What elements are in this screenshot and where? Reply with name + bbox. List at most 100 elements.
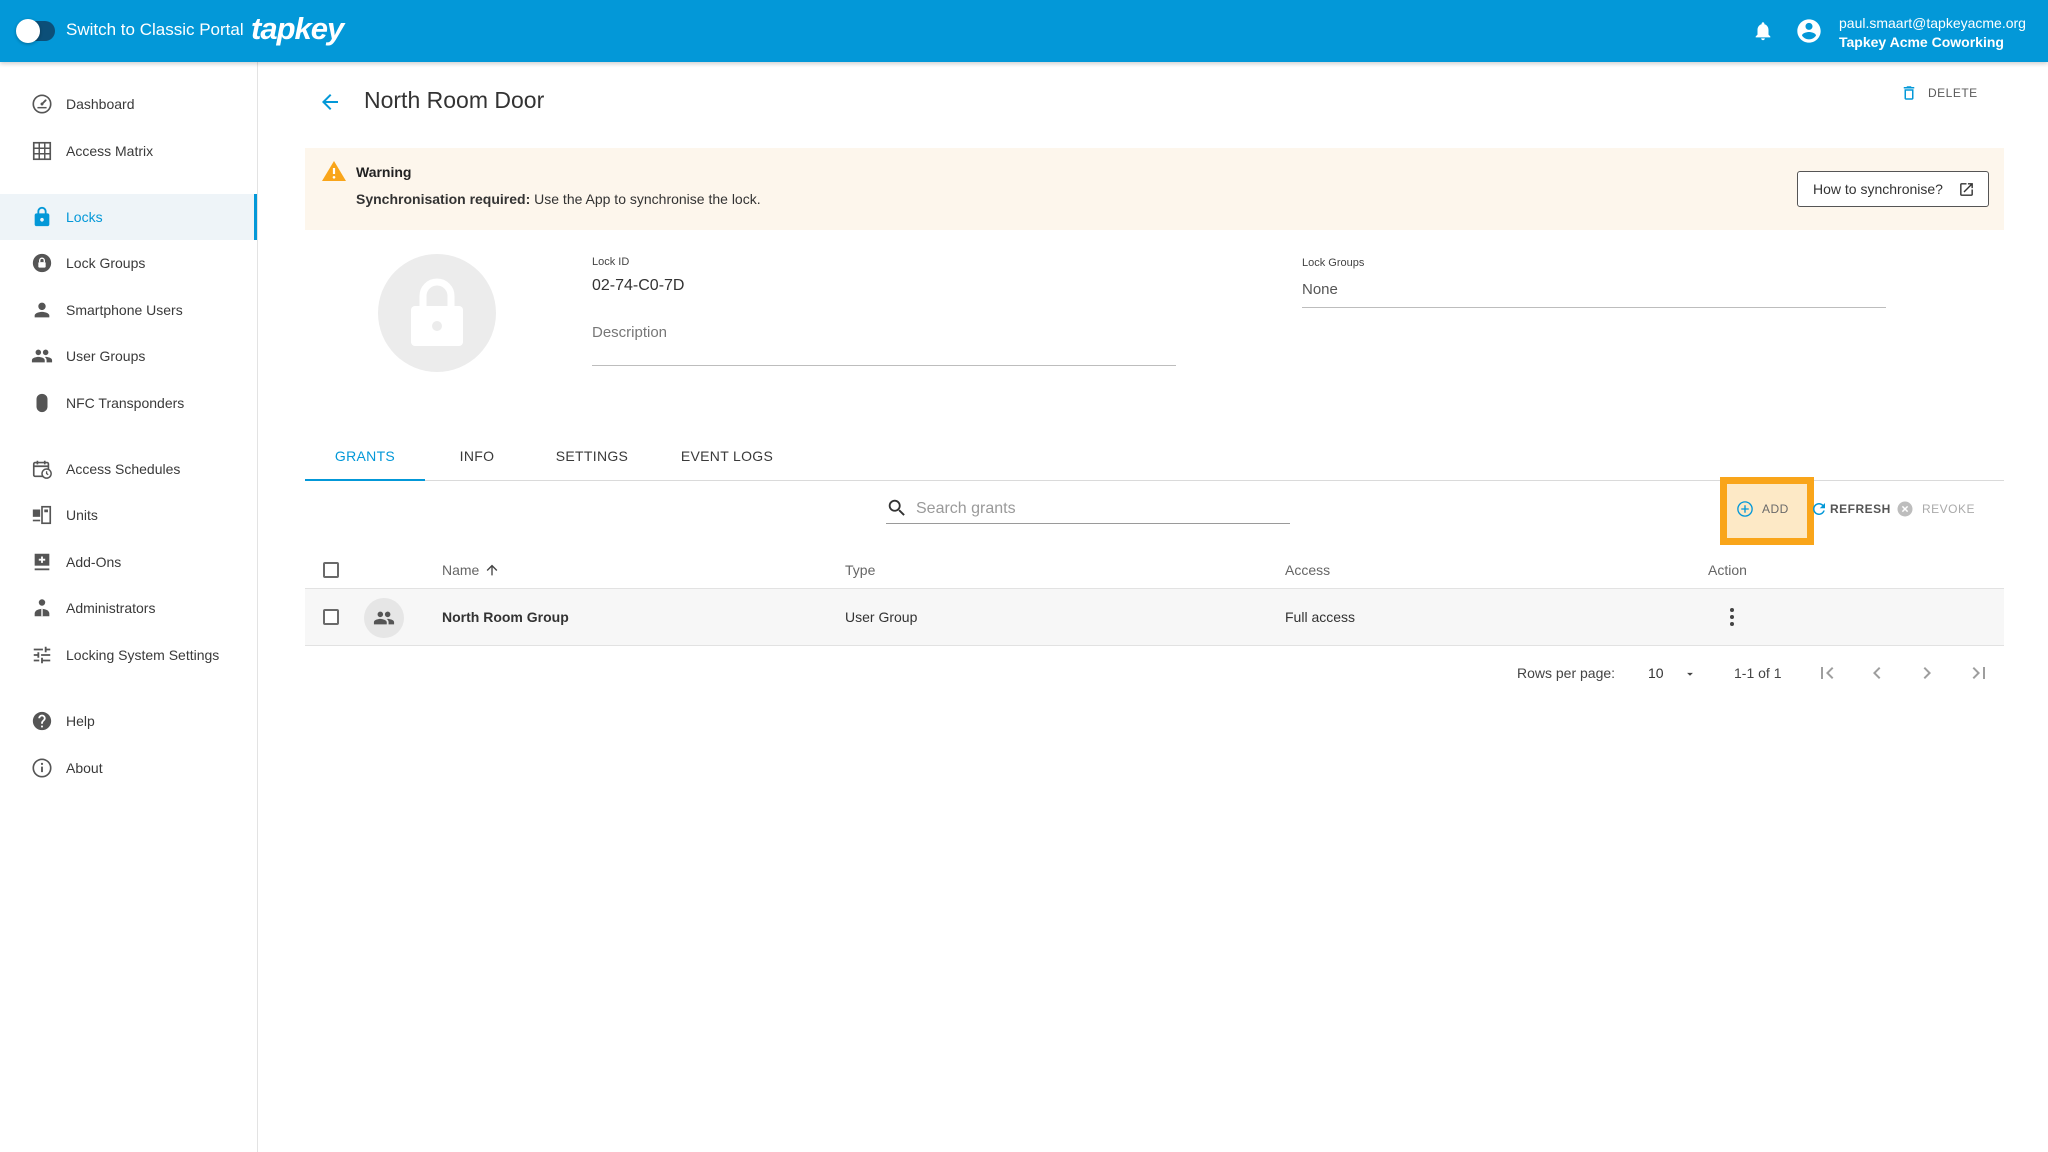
lock-placeholder-icon [411,278,463,346]
tab-settings[interactable]: SETTINGS [529,436,655,481]
grant-type: User Group [845,609,918,625]
sidebar-item-label: Help [66,713,95,729]
toggle-knob [16,19,40,43]
cancel-circle-icon [1896,500,1914,518]
schedule-icon [31,458,53,480]
pagination-range: 1-1 of 1 [1734,665,1782,681]
sidebar-item-lock-groups[interactable]: Lock Groups [0,240,257,286]
warning-message: Synchronisation required: Use the App to… [356,191,761,207]
refresh-button-label: REFRESH [1830,502,1891,516]
sidebar-item-nfc-transponders[interactable]: NFC Transponders [0,380,257,426]
select-all-checkbox[interactable] [323,562,339,578]
next-page-icon[interactable] [1915,661,1939,685]
people-icon [373,611,395,625]
add-circle-icon [1736,500,1754,518]
sidebar-item-user-groups[interactable]: User Groups [0,333,257,379]
addon-icon [31,551,53,573]
column-header-access: Access [1285,562,1331,578]
back-arrow-icon[interactable] [318,90,342,114]
lock-icon [31,206,53,228]
lock-groups-label: Lock Groups [1302,257,1365,269]
lock-group-icon [31,252,53,274]
admin-icon [31,597,53,619]
description-field[interactable]: Description [592,324,667,341]
last-page-icon[interactable] [1967,661,1991,685]
sidebar-item-smartphone-users[interactable]: Smartphone Users [0,287,257,333]
sidebar-item-label: User Groups [66,348,146,364]
sidebar-item-about[interactable]: About [0,745,257,791]
refresh-button[interactable]: REFRESH [1810,498,1905,522]
search-icon [886,497,908,519]
first-page-icon[interactable] [1815,661,1839,685]
people-icon [31,345,53,367]
sidebar-item-dashboard[interactable]: Dashboard [0,81,257,127]
grant-name[interactable]: North Room Group [442,609,569,625]
sidebar-item-access-schedules[interactable]: Access Schedules [0,446,257,492]
revoke-button-label: REVOKE [1922,502,1976,516]
sidebar: Dashboard Access Matrix Locks Lock Group… [0,62,258,1152]
column-header-name[interactable]: Name [442,562,479,578]
revoke-button[interactable]: REVOKE [1896,498,1981,522]
search-grants-input[interactable] [916,497,1288,521]
row-actions-menu-icon[interactable] [1722,606,1742,628]
grant-access: Full access [1285,609,1356,625]
tab-event-logs[interactable]: EVENT LOGS [655,436,799,481]
sidebar-item-label: Access Schedules [66,461,181,477]
detail-tabs: GRANTS INFO SETTINGS EVENT LOGS [305,436,2004,481]
person-icon [31,299,53,321]
lock-image [378,254,496,372]
dropdown-caret-icon[interactable] [1683,667,1697,681]
tab-grants[interactable]: GRANTS [305,436,425,481]
how-to-synchronise-label: How to synchronise? [1813,181,1943,197]
sidebar-item-label: Units [66,507,98,523]
sidebar-item-label: Administrators [66,600,156,616]
add-button-label: ADD [1762,502,1789,516]
sidebar-item-label: Locking System Settings [66,647,220,663]
sidebar-item-add-ons[interactable]: Add-Ons [0,539,257,585]
lock-groups-field[interactable]: None [1302,281,1338,298]
top-bar: Switch to Classic Portal tapkey paul.sma… [0,0,2048,62]
info-icon [31,757,53,779]
classic-portal-toggle[interactable] [16,19,55,43]
row-checkbox[interactable] [323,609,339,625]
trash-icon [1900,83,1918,103]
rows-per-page-select[interactable]: 10 [1648,665,1664,681]
sync-warning-banner: Warning Synchronisation required: Use th… [305,148,2004,230]
sidebar-item-locks[interactable]: Locks [0,194,257,240]
sidebar-item-label: Locks [66,209,103,225]
previous-page-icon[interactable] [1865,661,1889,685]
refresh-icon [1810,500,1828,518]
delete-button-label: DELETE [1928,86,1978,100]
sidebar-item-label: About [66,760,103,776]
sidebar-item-label: NFC Transponders [66,395,185,411]
lock-groups-underline [1302,307,1886,308]
lock-id-label: Lock ID [592,256,630,268]
warning-message-text: Use the App to synchronise the lock. [530,191,761,207]
account-avatar-icon[interactable] [1795,17,1823,45]
sort-ascending-icon[interactable] [484,562,500,578]
column-header-type: Type [845,562,876,578]
delete-button[interactable]: DELETE [1900,83,1980,105]
sidebar-item-help[interactable]: Help [0,698,257,744]
sidebar-item-label: Lock Groups [66,255,146,271]
user-organization[interactable]: Tapkey Acme Coworking [1839,34,2004,50]
open-external-icon [1958,181,1975,198]
sidebar-item-administrators[interactable]: Administrators [0,585,257,631]
help-icon [31,710,53,732]
tab-info[interactable]: INFO [425,436,529,481]
user-group-avatar [364,598,404,638]
warning-message-bold: Synchronisation required: [356,191,531,207]
warning-title: Warning [356,164,412,180]
sidebar-item-units[interactable]: Units [0,492,257,538]
add-grant-button[interactable]: ADD [1736,498,1804,522]
sidebar-item-label: Smartphone Users [66,302,183,318]
warning-triangle-icon [322,160,346,182]
user-email[interactable]: paul.smaart@tapkeyacme.org [1839,15,2026,31]
sidebar-item-label: Add-Ons [66,554,122,570]
sidebar-item-locking-system-settings[interactable]: Locking System Settings [0,632,257,678]
how-to-synchronise-button[interactable]: How to synchronise? [1797,171,1989,207]
notifications-bell-icon[interactable] [1752,20,1774,42]
column-header-action: Action [1708,562,1747,578]
classic-portal-toggle-label[interactable]: Switch to Classic Portal [66,20,244,40]
sidebar-item-access-matrix[interactable]: Access Matrix [0,128,257,174]
